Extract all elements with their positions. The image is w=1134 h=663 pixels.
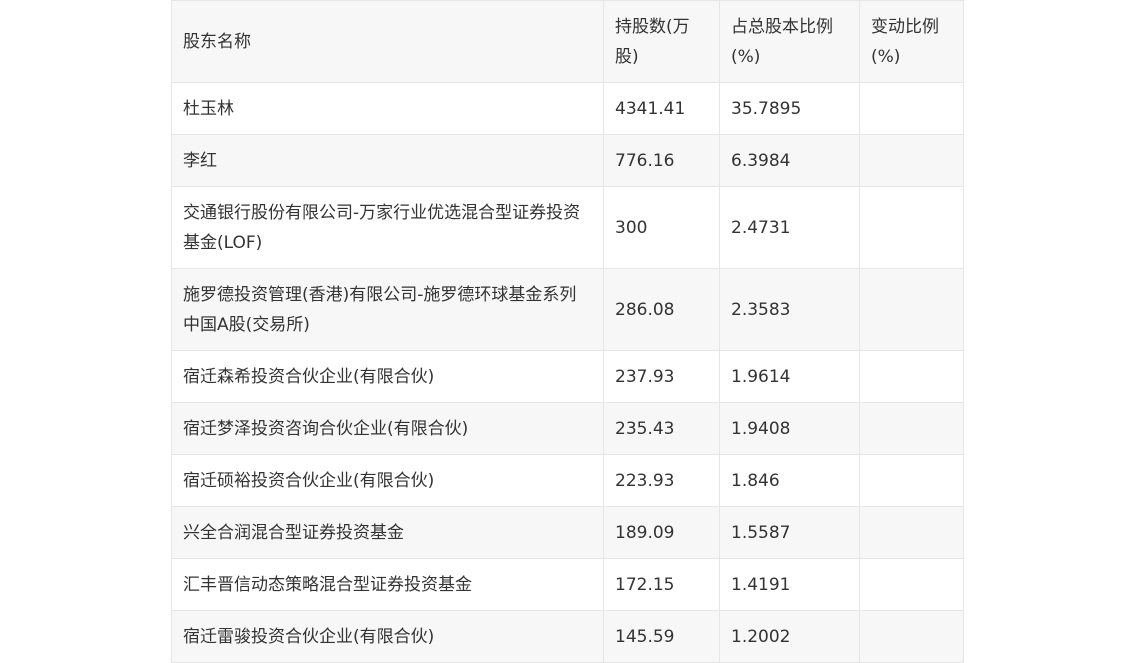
cell-change-ratio bbox=[859, 610, 964, 663]
table-row: 兴全合润混合型证券投资基金 189.09 1.5587 bbox=[171, 506, 964, 559]
table-header-row: 股东名称 持股数(万股) 占总股本比例(%) 变动比例(%) bbox=[171, 0, 964, 83]
cell-shareholder-name: 交通银行股份有限公司-万家行业优选混合型证券投资基金(LOF) bbox=[171, 186, 604, 269]
cell-change-ratio bbox=[859, 82, 964, 135]
cell-shares: 300 bbox=[603, 186, 720, 269]
table-row: 宿迁梦泽投资咨询合伙企业(有限合伙) 235.43 1.9408 bbox=[171, 402, 964, 455]
cell-change-ratio bbox=[859, 506, 964, 559]
cell-shares: 145.59 bbox=[603, 610, 720, 663]
cell-shares: 189.09 bbox=[603, 506, 720, 559]
cell-shares: 223.93 bbox=[603, 454, 720, 507]
cell-share-ratio: 6.3984 bbox=[719, 134, 860, 187]
cell-change-ratio bbox=[859, 134, 964, 187]
cell-shares: 172.15 bbox=[603, 558, 720, 611]
cell-change-ratio bbox=[859, 454, 964, 507]
cell-shares: 4341.41 bbox=[603, 82, 720, 135]
cell-share-ratio: 1.9408 bbox=[719, 402, 860, 455]
cell-shareholder-name: 宿迁森希投资合伙企业(有限合伙) bbox=[171, 350, 604, 403]
cell-shareholder-name: 宿迁梦泽投资咨询合伙企业(有限合伙) bbox=[171, 402, 604, 455]
cell-share-ratio: 2.3583 bbox=[719, 268, 860, 351]
table-row: 杜玉林 4341.41 35.7895 bbox=[171, 82, 964, 135]
table-row: 交通银行股份有限公司-万家行业优选混合型证券投资基金(LOF) 300 2.47… bbox=[171, 186, 964, 269]
column-header-shareholder-name: 股东名称 bbox=[171, 0, 604, 83]
cell-change-ratio bbox=[859, 350, 964, 403]
cell-shares: 776.16 bbox=[603, 134, 720, 187]
cell-share-ratio: 1.2002 bbox=[719, 610, 860, 663]
cell-shareholder-name: 宿迁雷骏投资合伙企业(有限合伙) bbox=[171, 610, 604, 663]
shareholder-table-container: 股东名称 持股数(万股) 占总股本比例(%) 变动比例(%) 杜玉林 4341.… bbox=[171, 0, 964, 663]
cell-share-ratio: 1.4191 bbox=[719, 558, 860, 611]
column-header-change-ratio: 变动比例(%) bbox=[859, 0, 964, 83]
cell-share-ratio: 35.7895 bbox=[719, 82, 860, 135]
shareholder-table: 股东名称 持股数(万股) 占总股本比例(%) 变动比例(%) 杜玉林 4341.… bbox=[171, 0, 964, 663]
table-row: 宿迁硕裕投资合伙企业(有限合伙) 223.93 1.846 bbox=[171, 454, 964, 507]
cell-share-ratio: 1.846 bbox=[719, 454, 860, 507]
table-row: 施罗德投资管理(香港)有限公司-施罗德环球基金系列中国A股(交易所) 286.0… bbox=[171, 268, 964, 351]
cell-shareholder-name: 宿迁硕裕投资合伙企业(有限合伙) bbox=[171, 454, 604, 507]
cell-change-ratio bbox=[859, 558, 964, 611]
cell-change-ratio bbox=[859, 402, 964, 455]
cell-share-ratio: 1.9614 bbox=[719, 350, 860, 403]
table-row: 宿迁雷骏投资合伙企业(有限合伙) 145.59 1.2002 bbox=[171, 610, 964, 663]
column-header-share-ratio: 占总股本比例(%) bbox=[719, 0, 860, 83]
cell-shareholder-name: 李红 bbox=[171, 134, 604, 187]
cell-share-ratio: 1.5587 bbox=[719, 506, 860, 559]
table-row: 宿迁森希投资合伙企业(有限合伙) 237.93 1.9614 bbox=[171, 350, 964, 403]
cell-change-ratio bbox=[859, 186, 964, 269]
cell-shareholder-name: 施罗德投资管理(香港)有限公司-施罗德环球基金系列中国A股(交易所) bbox=[171, 268, 604, 351]
cell-shares: 235.43 bbox=[603, 402, 720, 455]
table-row: 汇丰晋信动态策略混合型证券投资基金 172.15 1.4191 bbox=[171, 558, 964, 611]
cell-shareholder-name: 杜玉林 bbox=[171, 82, 604, 135]
table-row: 李红 776.16 6.3984 bbox=[171, 134, 964, 187]
column-header-shares: 持股数(万股) bbox=[603, 0, 720, 83]
cell-change-ratio bbox=[859, 268, 964, 351]
cell-shares: 237.93 bbox=[603, 350, 720, 403]
cell-share-ratio: 2.4731 bbox=[719, 186, 860, 269]
cell-shareholder-name: 汇丰晋信动态策略混合型证券投资基金 bbox=[171, 558, 604, 611]
cell-shareholder-name: 兴全合润混合型证券投资基金 bbox=[171, 506, 604, 559]
cell-shares: 286.08 bbox=[603, 268, 720, 351]
